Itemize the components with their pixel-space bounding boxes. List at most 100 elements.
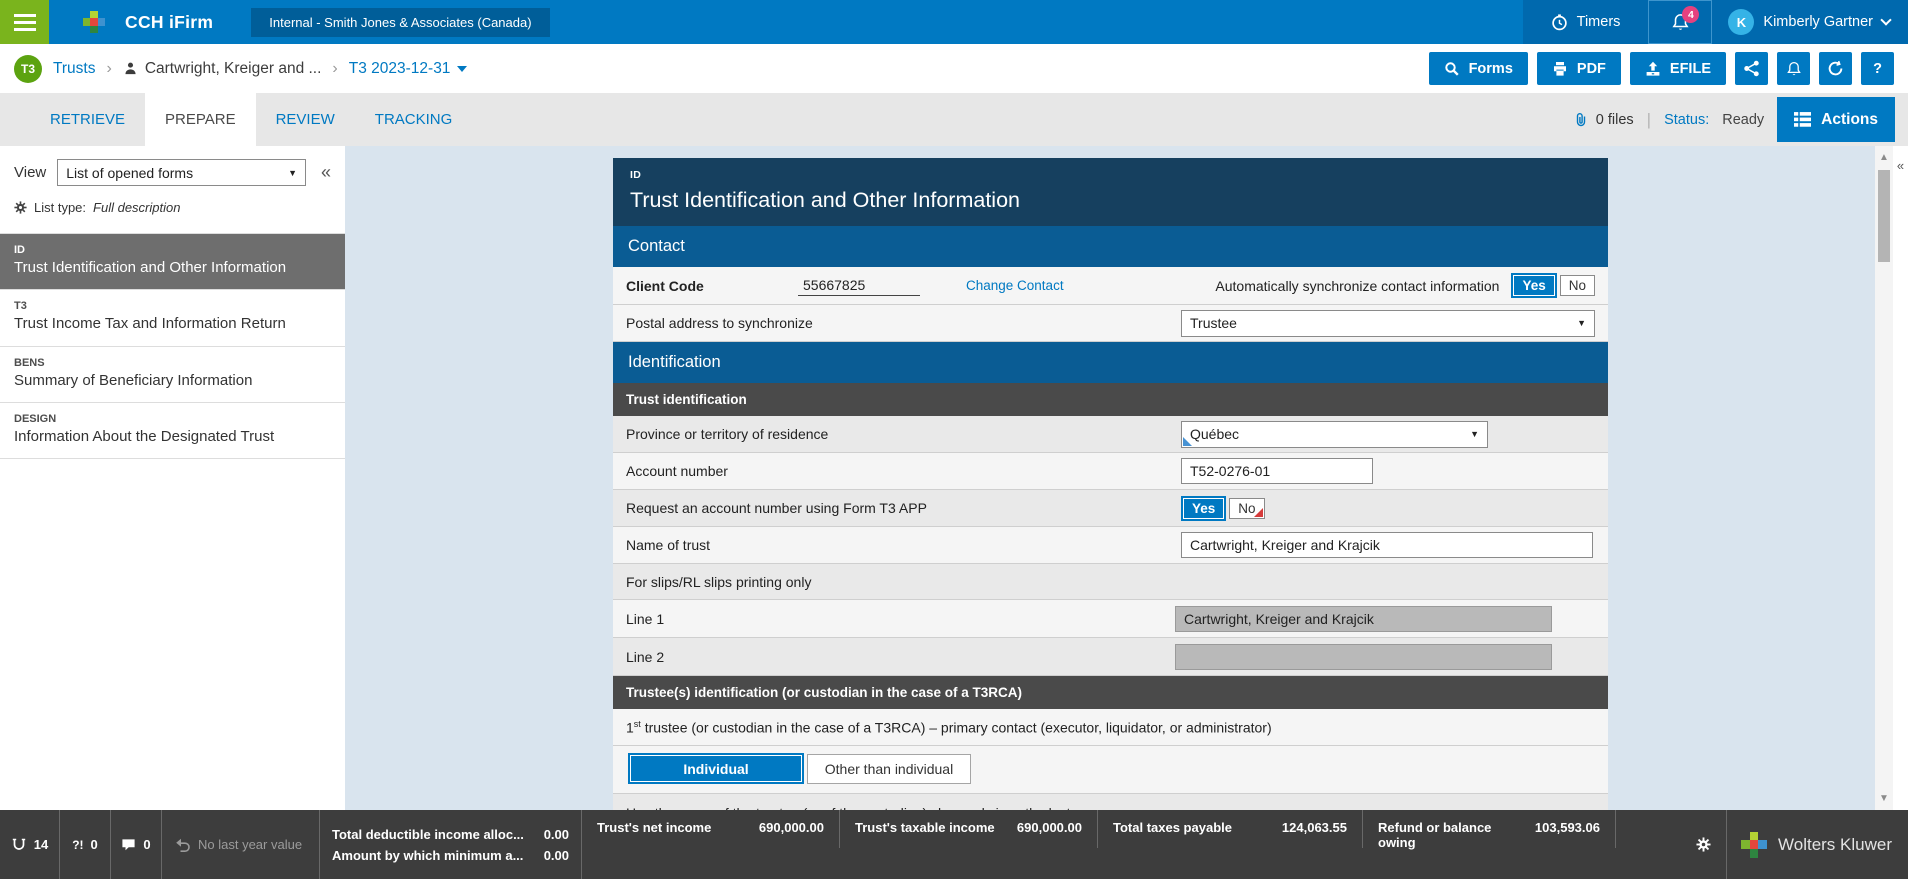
- individual-button[interactable]: Individual: [630, 755, 802, 782]
- tab-retrieve[interactable]: RETRIEVE: [30, 93, 145, 146]
- tab-bar: RETRIEVE PREPARE REVIEW TRACKING 0 files…: [0, 93, 1908, 146]
- view-select[interactable]: List of opened forms ▼: [57, 159, 306, 186]
- bell-icon: [1786, 61, 1802, 77]
- section-identification: Identification: [613, 342, 1608, 383]
- other-than-individual-button[interactable]: Other than individual: [807, 754, 971, 784]
- hamburger-menu-icon[interactable]: [0, 0, 49, 44]
- postal-address-label: Postal address to synchronize: [626, 315, 1181, 331]
- tab-prepare[interactable]: PREPARE: [145, 93, 256, 146]
- notifications-button[interactable]: 4: [1648, 0, 1712, 44]
- sidebar-collapse-icon[interactable]: «: [317, 162, 335, 183]
- line2-row: Line 2: [613, 638, 1608, 676]
- form-item-t3[interactable]: T3 Trust Income Tax and Information Retu…: [0, 290, 345, 346]
- province-row: Province or territory of residence Québe…: [613, 416, 1608, 453]
- actions-button[interactable]: Actions: [1777, 97, 1895, 142]
- share-button[interactable]: [1735, 52, 1768, 85]
- tab-tracking[interactable]: TRACKING: [355, 93, 473, 146]
- summary-deductible: Total deductible income alloc...0.00 Amo…: [320, 810, 581, 879]
- summary-net-income: Trust's net income690,000.00: [582, 810, 839, 879]
- statusbar-settings-button[interactable]: [1680, 810, 1726, 879]
- tab-review[interactable]: REVIEW: [256, 93, 355, 146]
- forms-button[interactable]: Forms: [1429, 52, 1528, 85]
- form-header: ID Trust Identification and Other Inform…: [613, 158, 1608, 226]
- breadcrumb-separator-icon: ›: [106, 60, 111, 78]
- comment-icon: [121, 837, 136, 852]
- form-code: ID: [630, 169, 1591, 181]
- overrides-counter[interactable]: ?! 0: [60, 810, 110, 879]
- select-arrow-icon: ▼: [1577, 318, 1586, 328]
- list-type-setting[interactable]: List type: Full description: [0, 195, 345, 220]
- trust-name-input[interactable]: [1181, 532, 1593, 558]
- province-select[interactable]: Québec ▼: [1181, 421, 1488, 448]
- scroll-down-icon[interactable]: ▼: [1875, 793, 1893, 804]
- auto-sync-no-button[interactable]: No: [1560, 275, 1595, 296]
- attached-files[interactable]: 0 files: [1573, 112, 1634, 128]
- scroll-up-icon[interactable]: ▲: [1875, 152, 1893, 163]
- change-contact-link[interactable]: Change Contact: [966, 278, 1064, 293]
- forms-sidebar: View List of opened forms ▼ « List type:…: [0, 146, 345, 810]
- list-type-label: List type:: [34, 200, 86, 215]
- app-brand: CCH iFirm: [125, 12, 213, 33]
- status-value: Ready: [1722, 112, 1764, 128]
- right-panel-collapse-icon[interactable]: «: [1893, 158, 1908, 173]
- account-number-input[interactable]: [1181, 458, 1373, 484]
- right-panel-strip: «: [1893, 146, 1908, 810]
- clock-icon: [1551, 14, 1568, 31]
- vertical-scrollbar: ▲ ▼: [1875, 146, 1893, 810]
- first-trustee-row: 1st trustee (or custodian in the case of…: [613, 709, 1608, 746]
- form-item-id[interactable]: ID Trust Identification and Other Inform…: [0, 234, 345, 290]
- wolters-kluwer-logo-icon: [1741, 832, 1767, 858]
- trust-name-row: Name of trust: [613, 527, 1608, 564]
- efile-button[interactable]: EFILE: [1630, 52, 1726, 85]
- topbar-right: Timers 4 K Kimberly Gartner: [1523, 0, 1908, 44]
- overrides-icon: ?!: [72, 838, 83, 852]
- page-title: Trust Identification and Other Informati…: [630, 188, 1591, 213]
- client-code-input[interactable]: [798, 275, 920, 296]
- alerts-button[interactable]: [1777, 52, 1810, 85]
- help-button[interactable]: ?: [1861, 52, 1894, 85]
- request-account-label: Request an account number using Form T3 …: [626, 500, 1181, 516]
- breadcrumb-module-link[interactable]: Trusts: [53, 60, 95, 78]
- comments-counter[interactable]: 0: [111, 810, 161, 879]
- list-type-value: Full description: [93, 200, 180, 215]
- revert-arrow-icon: [175, 838, 191, 852]
- user-menu[interactable]: K Kimberly Gartner: [1712, 0, 1908, 44]
- content-area: View List of opened forms ▼ « List type:…: [0, 146, 1908, 810]
- divider: |: [1647, 110, 1651, 130]
- view-label: View: [14, 164, 46, 181]
- last-year-value[interactable]: No last year value: [162, 810, 319, 879]
- refresh-button[interactable]: [1819, 52, 1852, 85]
- avatar: K: [1728, 9, 1754, 35]
- province-label: Province or territory of residence: [626, 426, 1181, 442]
- trustee-name-changed-row: Has the name of the trustee (or of the c…: [613, 794, 1608, 810]
- client-code-label: Client Code: [626, 278, 798, 294]
- toolbar: Forms PDF EFILE ?: [1429, 52, 1894, 85]
- tenant-selector[interactable]: Internal - Smith Jones & Associates (Can…: [251, 8, 549, 37]
- line2-input[interactable]: [1175, 644, 1552, 670]
- line1-input[interactable]: [1175, 606, 1552, 632]
- return-selector[interactable]: T3 2023-12-31: [349, 60, 468, 78]
- slips-label: For slips/RL slips printing only: [626, 574, 1181, 590]
- form-item-design[interactable]: DESIGN Information About the Designated …: [0, 403, 345, 459]
- request-no-button[interactable]: No: [1229, 498, 1264, 519]
- request-yes-button[interactable]: Yes: [1183, 498, 1224, 519]
- breadcrumb-client[interactable]: Cartwright, Kreiger and ...: [123, 60, 322, 78]
- scrollbar-thumb[interactable]: [1878, 170, 1890, 262]
- form-panel: ID Trust Identification and Other Inform…: [613, 158, 1608, 810]
- person-icon: [123, 61, 138, 76]
- auto-sync-yes-button[interactable]: Yes: [1513, 275, 1554, 296]
- line1-row: Line 1: [613, 600, 1608, 638]
- form-viewport: ID Trust Identification and Other Inform…: [345, 146, 1875, 810]
- form-item-bens[interactable]: BENS Summary of Beneficiary Information: [0, 347, 345, 403]
- breadcrumb: T3 Trusts › Cartwright, Kreiger and ... …: [0, 44, 1908, 93]
- diagnostics-counter[interactable]: 14: [0, 810, 59, 879]
- pdf-button[interactable]: PDF: [1537, 52, 1621, 85]
- auto-sync-label: Automatically synchronize contact inform…: [1215, 278, 1499, 294]
- request-account-toggle: Yes No: [1181, 496, 1265, 521]
- timers-button[interactable]: Timers: [1523, 0, 1649, 44]
- trust-name-label: Name of trust: [626, 537, 1181, 553]
- share-icon: [1743, 60, 1760, 77]
- postal-address-select[interactable]: Trustee ▼: [1181, 310, 1595, 337]
- user-name: Kimberly Gartner: [1763, 14, 1873, 30]
- trustee-type-toggle: Individual Other than individual: [626, 748, 971, 791]
